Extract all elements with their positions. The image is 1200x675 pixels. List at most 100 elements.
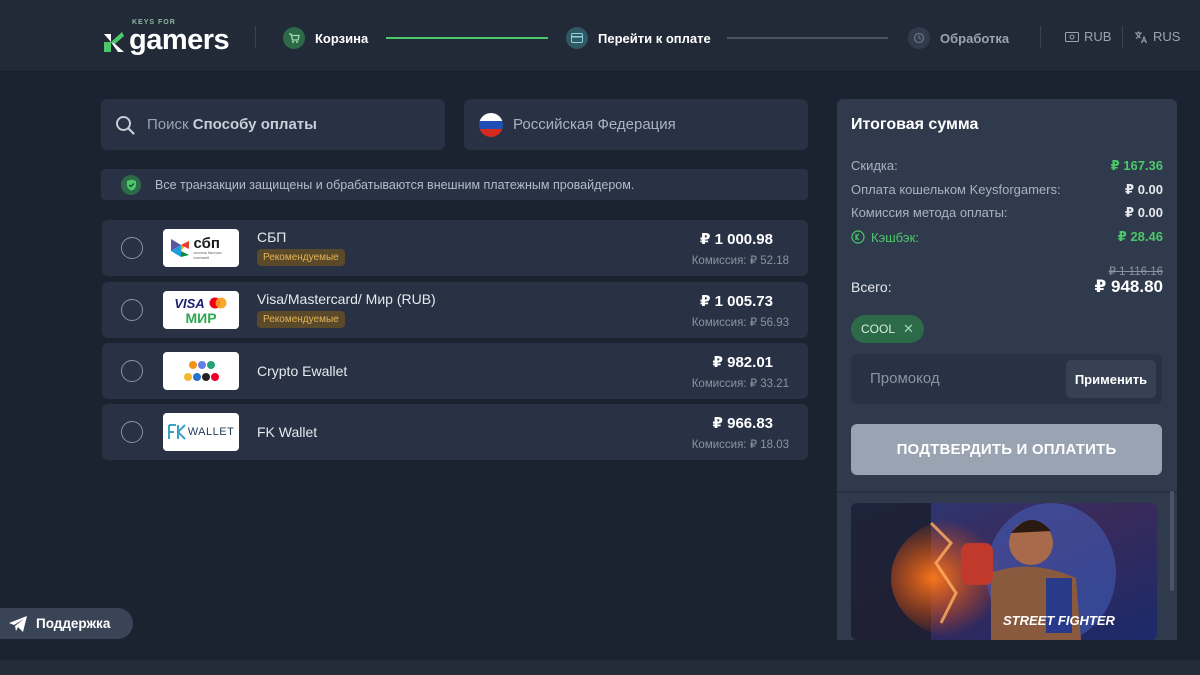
wallet-payment-row: Оплата кошельком Keysforgamers: ₽ 0.00 (851, 182, 1163, 198)
language-label: RUS (1153, 29, 1181, 44)
method-price: ₽ 1 005.73 (700, 293, 773, 310)
method-name: Visa/Mastercard/ Мир (RUB) (257, 291, 436, 307)
cart-icon (283, 27, 305, 49)
recommended-badge: Рекомендуемые (257, 249, 345, 266)
method-price: ₽ 966.83 (712, 415, 773, 432)
crypto-logo (163, 352, 239, 390)
russia-flag-icon (479, 112, 503, 137)
method-price: ₽ 982.01 (712, 354, 773, 371)
method-radio[interactable] (121, 421, 143, 443)
discount-label: Скидка: (851, 158, 898, 173)
method-radio[interactable] (121, 360, 143, 382)
mastercard-icon (209, 297, 227, 309)
support-label: Поддержка (36, 616, 111, 631)
game-product-card[interactable]: STREET FIGHTER (851, 503, 1157, 640)
visa-logo-text: VISA (174, 295, 205, 311)
payment-method-row[interactable]: WALLET FK Wallet ₽ 966.83 Комиссия: ₽ 18… (102, 404, 808, 460)
header-divider (1040, 26, 1041, 48)
discount-row: Скидка: ₽ 167.36 (851, 158, 1163, 174)
country-name: Российская Федерация (513, 116, 676, 133)
translate-icon (1135, 31, 1148, 43)
mir-logo-text: МИР (185, 309, 217, 326)
logo-text: gamers (129, 24, 230, 56)
sbp-logo-subtext: система быстрых платежей (193, 250, 222, 260)
method-name: FK Wallet (257, 424, 318, 440)
top-header: KEYS FOR gamers Корзина Перейти к оплате… (0, 0, 1200, 72)
currency-label: RUB (1084, 29, 1112, 44)
logo-mark-icon (102, 30, 126, 54)
fk-wallet-logo: WALLET (163, 413, 239, 451)
method-fee: Комиссия: ₽ 18.03 (691, 439, 789, 451)
method-fee: Комиссия: ₽ 52.18 (691, 255, 789, 267)
country-selector[interactable]: Российская Федерация (464, 99, 808, 150)
coupon-code: COOL (861, 322, 896, 336)
security-text: Все транзакции защищены и обрабатываются… (155, 177, 635, 192)
promo-code-field[interactable]: Промокод Применить (851, 354, 1162, 404)
method-name: СБП (257, 229, 287, 245)
game-cover-image: STREET FIGHTER (851, 503, 1157, 640)
visa-mastercard-mir-logo: VISA МИР (163, 291, 239, 329)
bottom-bar (0, 660, 1200, 675)
step-processing: Обработка (908, 26, 1009, 50)
wallet-payment-value: ₽ 0.00 (1125, 182, 1163, 197)
step-processing-label: Обработка (940, 30, 1010, 46)
step-progress-line (386, 37, 548, 39)
payment-method-row[interactable]: Crypto Ewallet ₽ 982.01 Комиссия: ₽ 33.2… (102, 343, 808, 399)
cashback-row: Кэшбэк: ₽ 28.46 (851, 229, 1163, 245)
panel-scrollbar[interactable] (1170, 491, 1174, 591)
recommended-badge: Рекомендуемые (257, 311, 345, 328)
promo-placeholder: Промокод (870, 370, 940, 387)
clock-icon (908, 27, 930, 49)
order-summary-panel: Итоговая сумма Скидка: ₽ 167.36 Оплата к… (837, 99, 1177, 640)
method-fee-label: Комиссия метода оплаты: (851, 205, 1008, 220)
fk-icon (167, 424, 186, 440)
logo-tagline: KEYS FOR (132, 19, 176, 26)
money-icon (1065, 31, 1079, 42)
header-divider (255, 26, 256, 48)
method-radio[interactable] (121, 299, 143, 321)
telegram-icon (9, 615, 27, 632)
total-value: ₽ 948.80 (1094, 277, 1163, 296)
method-fee-value: ₽ 0.00 (1125, 205, 1163, 220)
step-cart-label: Корзина (315, 30, 369, 46)
panel-divider (837, 491, 1177, 493)
wallet-payment-label: Оплата кошельком Keysforgamers: (851, 182, 1061, 197)
remove-coupon-icon[interactable]: ✕ (903, 321, 914, 337)
payment-method-row[interactable]: сбп система быстрых платежей СБП Рекомен… (102, 220, 808, 276)
crypto-coins-icon (184, 361, 219, 381)
apply-promo-button[interactable]: Применить (1066, 360, 1156, 398)
site-logo[interactable]: KEYS FOR gamers (102, 19, 230, 56)
summary-title: Итоговая сумма (851, 116, 979, 133)
sbp-logo-text: сбп (193, 234, 220, 252)
step-payment[interactable]: Перейти к оплате (566, 26, 711, 50)
discount-value: ₽ 167.36 (1110, 158, 1163, 173)
search-placeholder: Поиск Способу оплаты (147, 116, 317, 133)
currency-selector[interactable]: RUB (1065, 29, 1111, 44)
method-radio[interactable] (121, 237, 143, 259)
header-divider (1122, 26, 1123, 48)
cashback-label: Кэшбэк: (871, 229, 919, 245)
applied-coupon-chip: COOL ✕ (851, 315, 924, 343)
method-fee: Комиссия: ₽ 56.93 (691, 317, 789, 329)
payment-method-search[interactable]: Поиск Способу оплаты (101, 99, 445, 150)
game-title-art: STREET FIGHTER (1003, 613, 1116, 628)
method-name: Crypto Ewallet (257, 363, 348, 379)
old-total: ₽ 1 116.16 (1108, 266, 1163, 278)
search-icon (116, 115, 135, 135)
card-icon (566, 27, 588, 49)
sbp-icon (170, 239, 189, 257)
method-price: ₽ 1 000.98 (700, 231, 773, 248)
sbp-logo: сбп система быстрых платежей (163, 229, 239, 267)
cashback-value: ₽ 28.46 (1117, 229, 1163, 244)
security-notice: Все транзакции защищены и обрабатываются… (101, 169, 808, 200)
fk-wallet-logo-text: WALLET (187, 426, 235, 438)
step-payment-label: Перейти к оплате (598, 30, 711, 46)
shield-icon (121, 174, 141, 195)
support-button[interactable]: Поддержка (0, 608, 133, 639)
cashback-icon (851, 230, 865, 244)
confirm-and-pay-button[interactable]: ПОДТВЕРДИТЬ И ОПЛАТИТЬ (851, 424, 1162, 475)
step-cart[interactable]: Корзина (283, 26, 368, 50)
method-fee-row: Комиссия метода оплаты: ₽ 0.00 (851, 205, 1163, 221)
payment-method-row[interactable]: VISA МИР Visa/Mastercard/ Мир (RUB) Реко… (102, 282, 808, 338)
language-selector[interactable]: RUS (1134, 29, 1180, 44)
